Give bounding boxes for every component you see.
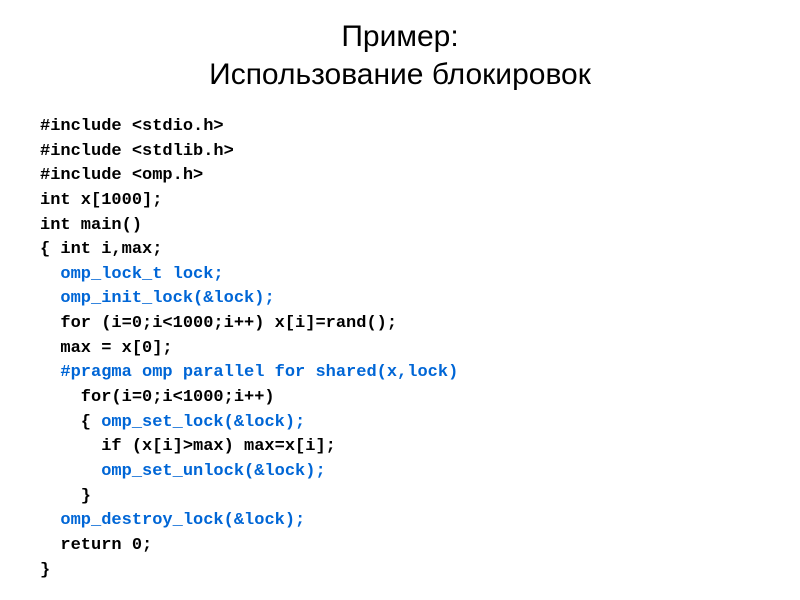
- code-highlight: #pragma omp parallel for shared(x,lock): [60, 363, 458, 382]
- code-line: #include <stdlib.h>: [40, 142, 234, 161]
- code-indent: [40, 363, 60, 382]
- code-highlight: omp_init_lock(&lock);: [60, 289, 274, 308]
- code-indent: [40, 265, 60, 284]
- code-line: max = x[0];: [40, 339, 173, 358]
- code-indent: [40, 511, 60, 530]
- code-indent: {: [40, 413, 101, 432]
- code-line: #include <omp.h>: [40, 166, 203, 185]
- title-line-1: Пример:: [341, 20, 458, 53]
- code-indent: [40, 462, 101, 481]
- code-line: for (i=0;i<1000;i++) x[i]=rand();: [40, 314, 397, 333]
- code-block: #include <stdio.h> #include <stdlib.h> #…: [40, 115, 760, 583]
- code-line: int x[1000];: [40, 191, 162, 210]
- code-line: }: [40, 487, 91, 506]
- code-line: return 0;: [40, 536, 152, 555]
- code-line: int main(): [40, 216, 142, 235]
- code-line: { int i,max;: [40, 240, 162, 259]
- code-line: }: [40, 561, 50, 580]
- code-highlight: omp_lock_t lock;: [60, 265, 223, 284]
- code-highlight: omp_destroy_lock(&lock);: [60, 511, 305, 530]
- slide: Пример: Использование блокировок #includ…: [0, 0, 800, 600]
- title-line-2: Использование блокировок: [209, 58, 591, 91]
- code-highlight: omp_set_lock(&lock);: [101, 413, 305, 432]
- code-line: #include <stdio.h>: [40, 117, 224, 136]
- code-line: if (x[i]>max) max=x[i];: [40, 437, 336, 456]
- code-indent: [40, 289, 60, 308]
- code-line: for(i=0;i<1000;i++): [40, 388, 275, 407]
- code-highlight: omp_set_unlock(&lock);: [101, 462, 325, 481]
- slide-title: Пример: Использование блокировок: [40, 18, 760, 93]
